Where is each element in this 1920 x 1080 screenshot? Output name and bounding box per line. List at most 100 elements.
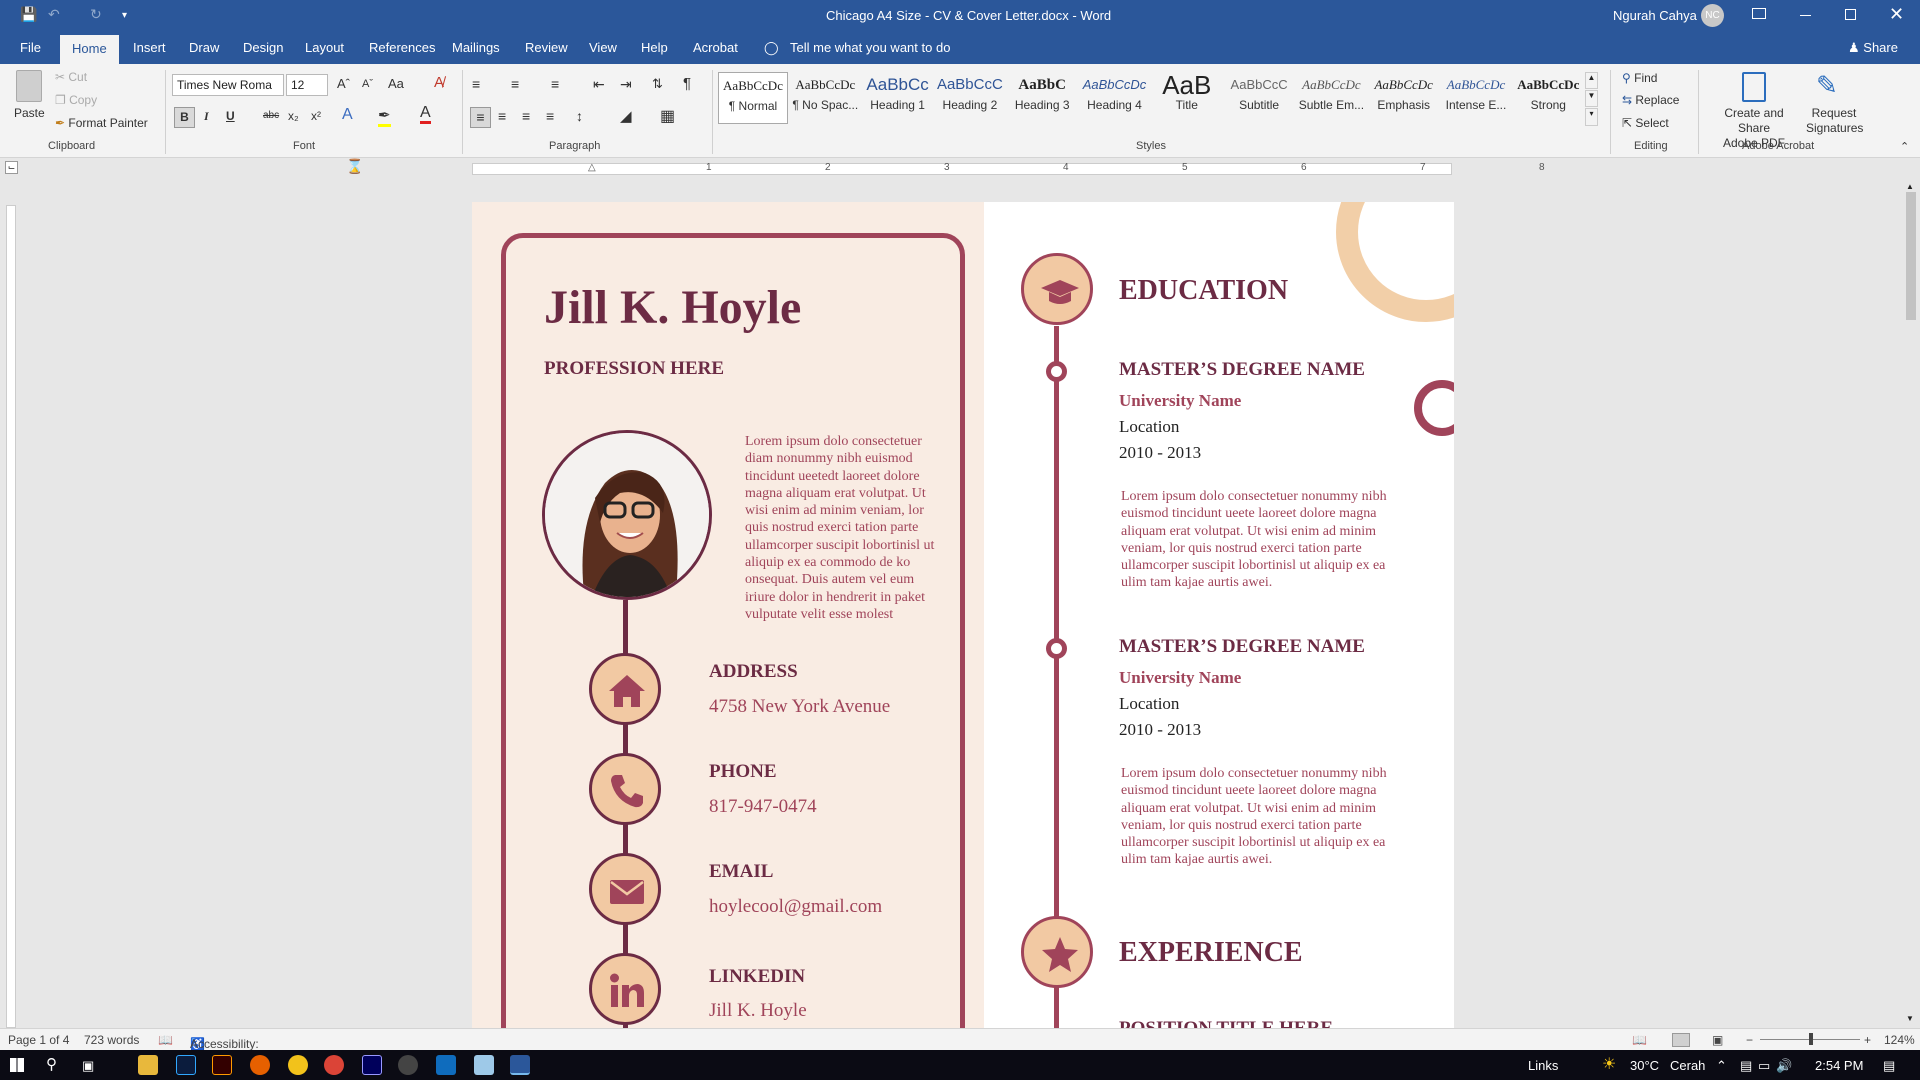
multilevel-list-icon[interactable]: ≡ <box>551 76 559 92</box>
university-name[interactable]: University Name <box>1119 391 1241 411</box>
style-item[interactable]: AaBbCcDc ¶ No Spac... <box>790 72 860 124</box>
tab-layout[interactable]: Layout <box>305 40 344 55</box>
request-signatures-icon[interactable]: ✎ <box>1816 70 1838 101</box>
chrome-canary-icon[interactable] <box>288 1055 308 1075</box>
tab-file[interactable]: File <box>20 40 41 55</box>
minimize-icon[interactable] <box>1800 15 1811 16</box>
highlight-icon[interactable]: ✒ <box>378 106 391 127</box>
education-years[interactable]: 2010 - 2013 <box>1119 443 1201 463</box>
profile-photo[interactable] <box>542 430 712 600</box>
profession-title[interactable]: PROFESSION HERE <box>544 358 724 380</box>
shrink-font-icon[interactable]: Aˇ <box>362 78 373 90</box>
tab-acrobat[interactable]: Acrobat <box>693 40 738 55</box>
font-name-select[interactable]: Times New Roma <box>172 74 284 96</box>
tray-overflow-icon[interactable]: ⌃ <box>1716 1058 1727 1074</box>
windows-start-icon[interactable] <box>10 1058 24 1072</box>
increase-indent-icon[interactable]: ⇥ <box>620 76 632 93</box>
font-size-select[interactable]: 12 <box>286 74 328 96</box>
numbering-icon[interactable]: ≡ <box>511 76 519 92</box>
notepad-icon[interactable] <box>474 1055 494 1075</box>
subscript-button[interactable]: x₂ <box>288 109 299 123</box>
style-item[interactable]: AaBbCcDc Subtle Em... <box>1296 72 1366 124</box>
redo-icon[interactable]: ↻ <box>90 6 102 23</box>
battery-icon[interactable]: ▭ <box>1758 1058 1770 1074</box>
scroll-up-icon[interactable]: ▲ <box>1906 182 1914 191</box>
zoom-level[interactable]: 124% <box>1884 1033 1915 1047</box>
chrome-icon[interactable] <box>324 1055 344 1075</box>
style-item[interactable]: AaBbCcDc Heading 4 <box>1080 72 1150 124</box>
word-icon[interactable] <box>510 1055 530 1075</box>
save-icon[interactable]: 💾 <box>20 6 37 23</box>
styles-more-icon[interactable]: ▾ <box>1585 108 1598 126</box>
replace-button[interactable]: ⇆ Replace <box>1622 93 1679 107</box>
text-effects-icon[interactable]: A <box>342 106 353 124</box>
styles-scroll-down-icon[interactable]: ▼ <box>1585 90 1598 107</box>
search-icon[interactable]: ⚲ <box>46 1055 57 1073</box>
volume-icon[interactable]: 🔊 <box>1776 1058 1792 1074</box>
style-item[interactable]: AaBbC Heading 3 <box>1007 72 1077 124</box>
italic-button[interactable]: I <box>204 109 209 124</box>
zoom-slider-thumb[interactable] <box>1809 1033 1813 1045</box>
obs-icon[interactable] <box>398 1055 418 1075</box>
tab-draw[interactable]: Draw <box>189 40 219 55</box>
tab-references[interactable]: References <box>369 40 435 55</box>
undo-icon[interactable]: ↶ <box>48 6 60 23</box>
customize-qat-icon[interactable]: ▾ <box>122 10 127 21</box>
tab-design[interactable]: Design <box>243 40 283 55</box>
page-count[interactable]: Page 1 of 4 <box>8 1033 69 1047</box>
degree-name[interactable]: MASTER’S DEGREE NAME <box>1119 359 1365 381</box>
tab-home[interactable]: Home <box>60 35 119 64</box>
education-location[interactable]: Location <box>1119 694 1179 714</box>
weather-desc[interactable]: Cerah <box>1670 1058 1705 1073</box>
decrease-indent-icon[interactable]: ⇤ <box>593 76 605 93</box>
bullets-icon[interactable]: ≡ <box>472 76 480 92</box>
tab-mailings[interactable]: Mailings <box>452 40 500 55</box>
tab-insert[interactable]: Insert <box>133 40 166 55</box>
paste-button[interactable]: Paste <box>14 106 45 120</box>
read-mode-icon[interactable]: 📖 <box>1632 1033 1647 1047</box>
style-item[interactable]: AaBbCcDc Strong <box>1513 72 1583 124</box>
style-item[interactable]: AaBbCcDc Intense E... <box>1441 72 1511 124</box>
tab-help[interactable]: Help <box>641 40 668 55</box>
clock[interactable]: 2:54 PM <box>1815 1058 1863 1073</box>
photoshop-icon[interactable] <box>176 1055 196 1075</box>
degree-name[interactable]: MASTER’S DEGREE NAME <box>1119 636 1365 658</box>
weather-temp[interactable]: 30°C <box>1630 1058 1659 1073</box>
zoom-out-icon[interactable]: − <box>1746 1033 1753 1047</box>
close-icon[interactable]: ✕ <box>1889 4 1904 25</box>
clear-formatting-icon[interactable]: A̸ <box>434 74 444 91</box>
zoom-in-icon[interactable]: + <box>1864 1033 1871 1047</box>
education-description[interactable]: Lorem ipsum dolo consectetuer nonummy ni… <box>1121 488 1393 592</box>
profile-summary[interactable]: Lorem ipsum dolo consectetuer diam nonum… <box>745 433 945 623</box>
share-button[interactable]: ♟ Share <box>1848 40 1898 56</box>
contact-value-email[interactable]: hoylecool@gmail.com <box>709 896 882 918</box>
tab-view[interactable]: View <box>589 40 617 55</box>
premiere-icon[interactable] <box>362 1055 382 1075</box>
style-item[interactable]: AaBbCcC Heading 2 <box>935 72 1005 124</box>
user-avatar[interactable]: NC <box>1701 4 1724 27</box>
indent-marker[interactable]: △ <box>588 162 596 173</box>
word-count[interactable]: 723 words <box>84 1033 139 1047</box>
file-explorer-icon[interactable] <box>138 1055 158 1075</box>
find-button[interactable]: ⚲ Find <box>1622 71 1657 85</box>
borders-icon[interactable]: ▦ <box>660 106 675 126</box>
align-right-icon[interactable]: ≡ <box>522 108 530 124</box>
style-item[interactable]: AaB Title <box>1152 72 1222 124</box>
strikethrough-button[interactable]: abc <box>263 110 279 121</box>
tab-selector[interactable]: ⌙ <box>5 161 18 174</box>
line-spacing-icon[interactable]: ↕ <box>576 108 583 124</box>
copy-button[interactable]: ❐ Copy <box>55 93 97 107</box>
bold-button[interactable]: B <box>174 107 195 128</box>
education-heading[interactable]: EDUCATION <box>1119 275 1288 307</box>
scroll-thumb[interactable] <box>1906 192 1916 320</box>
proofing-icon[interactable]: 📖 <box>158 1033 173 1047</box>
network-icon[interactable]: ▤ <box>1740 1058 1752 1074</box>
grow-font-icon[interactable]: Aˆ <box>337 76 350 91</box>
show-marks-icon[interactable]: ¶ <box>683 75 691 92</box>
change-case-button[interactable]: Aa <box>388 76 404 91</box>
maximize-icon[interactable] <box>1845 9 1856 20</box>
style-item[interactable]: AaBbCcC Subtitle <box>1224 72 1294 124</box>
tell-me-search[interactable]: Tell me what you want to do <box>790 40 950 55</box>
align-left-icon[interactable]: ≡ <box>470 107 491 128</box>
select-button[interactable]: ⇱ Select <box>1622 116 1669 130</box>
